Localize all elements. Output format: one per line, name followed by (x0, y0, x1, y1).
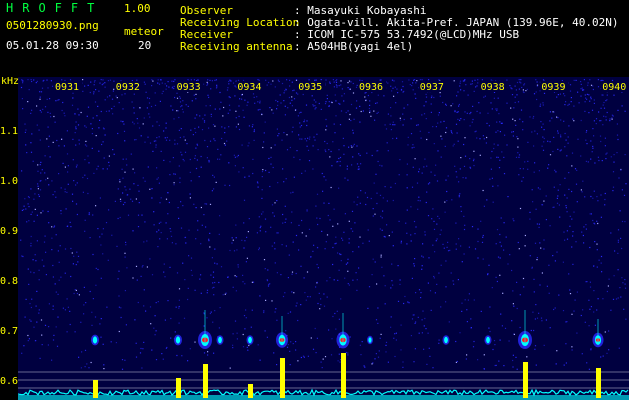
level-peak (341, 353, 346, 398)
y-tick-label: 0.9 (0, 226, 18, 237)
time-tick-label: 0936 (359, 82, 383, 93)
y-unit-label: kHz (1, 77, 19, 87)
level-peak (596, 368, 601, 398)
echo-mid (368, 337, 372, 343)
spectrogram: kHz 1.1 1.0 0.9 0.8 0.7 0.6 0931 0932 0933 0934 09… (0, 77, 629, 400)
time-tick-label: 0931 (55, 82, 79, 93)
header-panel: HROFFT 1.00 0501280930.png meteor 05.01.… (0, 0, 629, 77)
echo-mid (175, 336, 181, 344)
time-tick-label: 0935 (298, 82, 322, 93)
datetime: 05.01.28 09:30 (6, 39, 99, 52)
level-peak (203, 364, 208, 398)
echo-mid (248, 336, 252, 344)
level-peak (93, 380, 98, 398)
time-tick-label: 0933 (177, 82, 201, 93)
filename: 0501280930.png (6, 19, 99, 32)
time-tick-label: 0940 (602, 82, 626, 93)
time-tick-label: 0934 (237, 82, 261, 93)
level-peak (523, 362, 528, 398)
meteor-label: meteor (124, 25, 164, 38)
level-peak (280, 358, 285, 398)
y-tick-label: 1.0 (0, 176, 18, 187)
echo-mid (218, 336, 222, 344)
info-label-antenna: Receiving antenna (180, 40, 293, 53)
time-tick-label: 0932 (116, 82, 140, 93)
y-tick-label: 0.6 (0, 376, 18, 387)
meteor-count: 20 (138, 39, 152, 52)
time-tick-label: 0939 (541, 82, 565, 93)
y-tick-label: 0.8 (0, 276, 18, 287)
y-tick-label: 0.7 (0, 326, 18, 337)
echo-mid (486, 336, 490, 344)
level-peak (176, 378, 181, 398)
info-value-antenna: : A504HB(yagi 4el) (294, 40, 414, 53)
level-peak (248, 384, 253, 398)
echo-mid (444, 336, 448, 344)
level-trace-fill (18, 395, 629, 400)
y-tick-label: 1.1 (0, 126, 18, 137)
time-tick-label: 0937 (420, 82, 444, 93)
app-name: HROFFT (6, 1, 104, 15)
spectrogram-background (18, 77, 629, 400)
app-version: 1.00 (124, 2, 151, 15)
echo-mid (92, 336, 98, 344)
time-tick-label: 0938 (481, 82, 505, 93)
